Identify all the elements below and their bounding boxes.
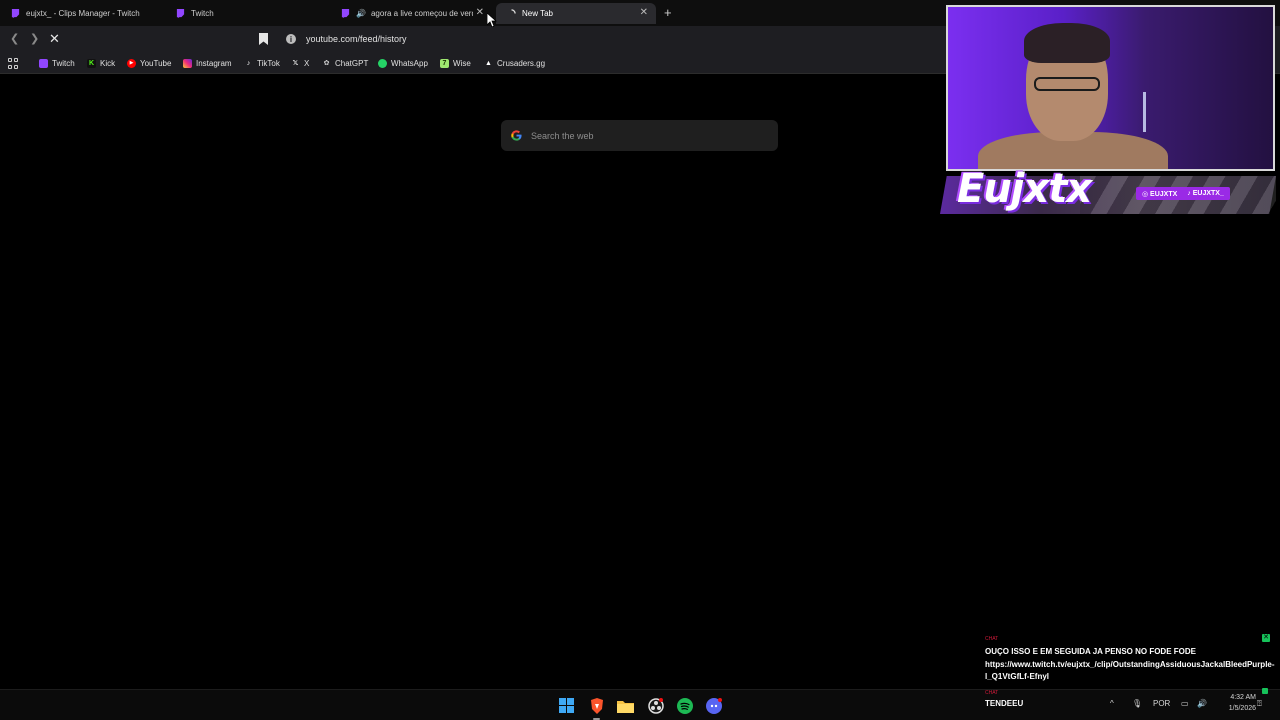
speaker-icon[interactable]: 🔊 xyxy=(356,9,366,18)
crusaders-icon: ▲ xyxy=(485,59,492,67)
chat-notification: CHAT OUÇO ISSO E EM SEGUIDA JA PENSO NO … xyxy=(980,633,1275,685)
chat-message: OUÇO ISSO E EM SEGUIDA JA PENSO NO FODE … xyxy=(985,647,1275,681)
youtube-icon: ▶ xyxy=(127,58,136,68)
new-tab-button[interactable]: + xyxy=(664,5,672,20)
tab-clips-manager[interactable]: eujxtx_ - Clips Manager - Twitch xyxy=(0,3,165,24)
notification-bell-icon[interactable]: ⍰ xyxy=(1257,699,1262,709)
windows-start-icon[interactable] xyxy=(557,696,576,715)
tab-twitch[interactable]: Twitch xyxy=(165,3,330,24)
clock-time[interactable]: 4:32 AM xyxy=(1212,694,1256,701)
bookmark-label: Kick xyxy=(100,58,116,68)
search-box[interactable]: Search the web xyxy=(501,120,778,151)
bookmark-kick[interactable]: K Kick xyxy=(87,56,115,70)
brave-browser-icon[interactable] xyxy=(587,696,606,720)
bookmark-icon[interactable] xyxy=(259,33,268,45)
tab-label: Twitch xyxy=(191,9,214,18)
instagram-handle: ◎ EUJXTX xyxy=(1142,190,1178,198)
twitch-icon xyxy=(340,9,350,19)
bookmark-label: YouTube xyxy=(140,58,172,68)
close-tab-icon[interactable]: ✕ xyxy=(640,7,648,18)
bookmark-x[interactable]: 𝕏 X xyxy=(291,56,310,70)
chat-tag: CHAT xyxy=(985,636,999,642)
tab-label: New Tab xyxy=(522,9,553,18)
clock-date[interactable]: 1/5/2026 xyxy=(1212,705,1256,712)
microphone-icon[interactable]: 🎙 xyxy=(1132,699,1142,708)
tray-username: TENDEEU xyxy=(985,699,1024,708)
network-icon[interactable]: ▭ xyxy=(1181,699,1189,708)
bookmark-wise[interactable]: 7 Wise xyxy=(440,56,471,70)
bookmark-label: Twitch xyxy=(52,58,75,68)
search-placeholder: Search the web xyxy=(531,130,594,141)
close-tab-icon[interactable]: ✕ xyxy=(476,7,484,18)
bookmark-crusaders[interactable]: ▲ Crusaders.gg xyxy=(484,56,545,70)
discord-icon[interactable] xyxy=(704,696,723,715)
back-button[interactable]: ❮ xyxy=(10,32,19,45)
volume-icon[interactable]: 🔊 xyxy=(1197,699,1207,708)
forward-button[interactable]: ❯ xyxy=(30,32,39,45)
tab-label: eujxtx_ - Clips Manager - Twitch xyxy=(26,9,140,18)
bookmark-instagram[interactable]: Instagram xyxy=(183,56,232,70)
tab-label: agora a live começou de verdade xyxy=(370,9,473,18)
x-icon: 𝕏 xyxy=(292,60,299,67)
site-info-icon[interactable]: i xyxy=(286,34,296,44)
instagram-icon xyxy=(183,58,192,68)
bookmark-twitch[interactable]: Twitch xyxy=(39,56,75,70)
twitch-icon xyxy=(10,9,20,19)
tab-live[interactable]: 🔊 agora a live começou de verdade ✕ xyxy=(330,3,492,24)
tab-new-tab[interactable]: New Tab ✕ xyxy=(496,3,656,24)
taskbar xyxy=(0,689,1280,720)
bookmark-youtube[interactable]: ▶ YouTube xyxy=(127,56,171,70)
mouse-cursor-icon xyxy=(487,13,497,27)
bookmark-label: Wise xyxy=(453,58,471,68)
file-explorer-icon[interactable] xyxy=(616,696,635,715)
bookmark-label: WhatsApp xyxy=(391,58,428,68)
chatgpt-icon: ✿ xyxy=(323,60,330,67)
bookmark-label: X xyxy=(304,58,310,68)
url-text[interactable]: youtube.com/feed/history xyxy=(306,34,407,44)
webcam-feed xyxy=(946,5,1275,171)
address-bar[interactable]: i youtube.com/feed/history xyxy=(280,29,940,49)
bookmark-chatgpt[interactable]: ✿ ChatGPT xyxy=(322,56,369,70)
social-handles: ◎ EUJXTX ♪ EUJXTX_ xyxy=(1136,187,1230,200)
obs-studio-icon[interactable] xyxy=(646,696,665,715)
tray-chat-tag: CHAT xyxy=(985,690,999,696)
chat-close-icon[interactable]: ✕ xyxy=(1262,634,1270,642)
spotify-icon[interactable] xyxy=(675,696,694,715)
twitch-icon xyxy=(175,9,185,19)
language-indicator[interactable]: POR xyxy=(1153,699,1170,708)
bookmark-tiktok[interactable]: ♪ TikTok xyxy=(244,56,280,70)
tiktok-icon: ♪ xyxy=(246,59,251,67)
tray-chevron-icon[interactable]: ^ xyxy=(1110,699,1114,708)
kick-icon: K xyxy=(87,58,96,68)
bookmark-label: Crusaders.gg xyxy=(497,58,546,68)
streamer-name: Eujxtx xyxy=(957,166,1092,212)
tiktok-handle: ♪ EUJXTX_ xyxy=(1187,190,1224,197)
apps-grid-icon[interactable] xyxy=(8,58,19,69)
bookmark-label: TikTok xyxy=(257,58,280,68)
notification-badge xyxy=(1262,688,1268,694)
twitch-icon xyxy=(39,58,48,68)
wise-icon: 7 xyxy=(440,58,449,68)
bookmark-label: Instagram xyxy=(196,58,232,68)
google-icon xyxy=(511,130,522,141)
loading-icon xyxy=(506,9,516,19)
stop-loading-button[interactable]: ✕ xyxy=(49,31,60,47)
whatsapp-icon xyxy=(378,58,387,68)
bookmark-label: ChatGPT xyxy=(335,58,369,68)
bookmark-whatsapp[interactable]: WhatsApp xyxy=(378,56,428,70)
